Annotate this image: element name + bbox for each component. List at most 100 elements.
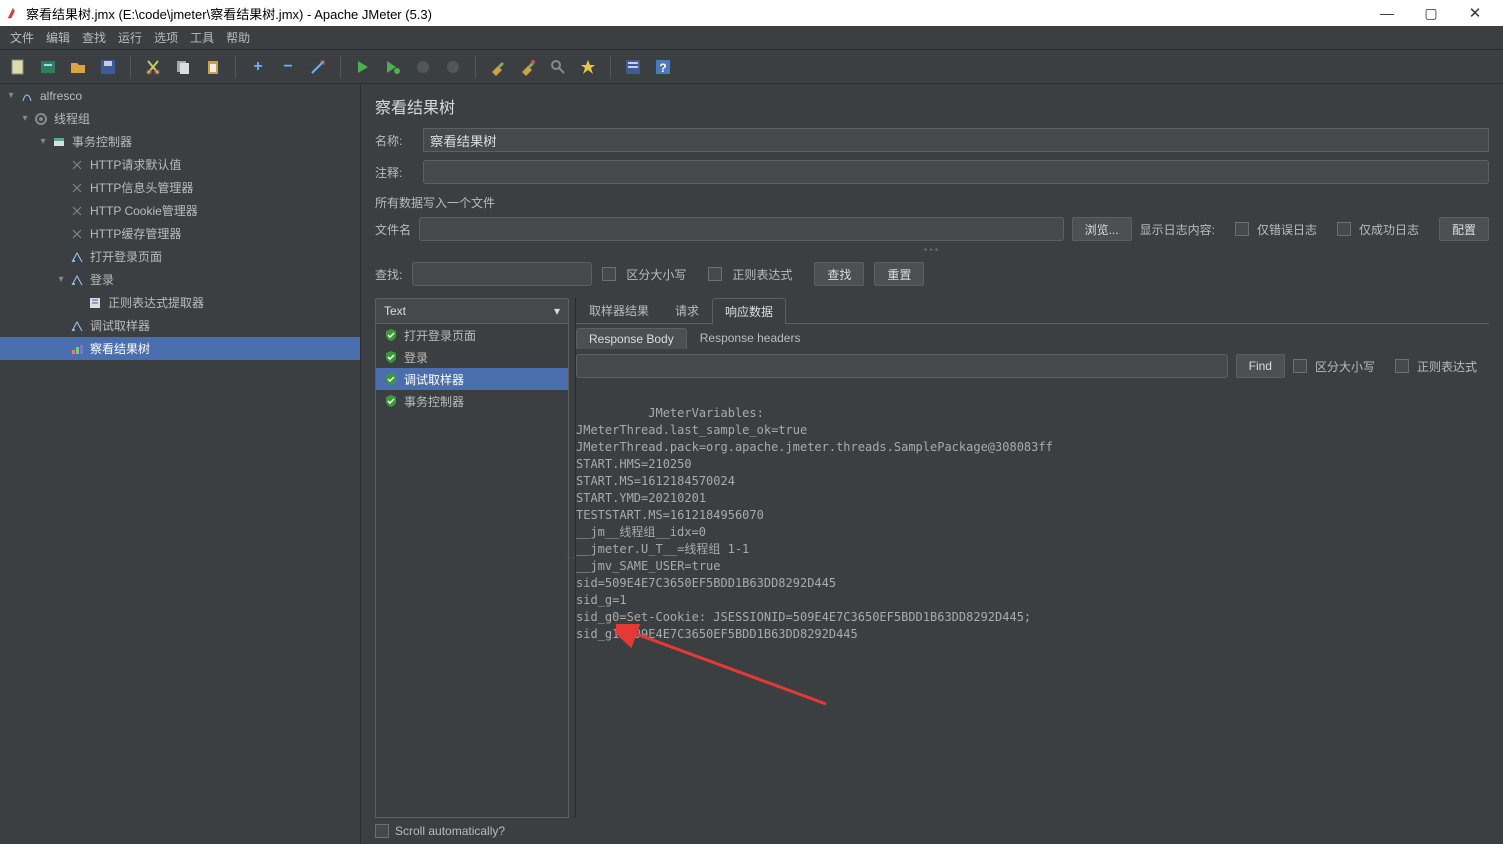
show-log-label: 显示日志内容:: [1140, 221, 1215, 238]
help-icon[interactable]: ?: [651, 55, 675, 79]
clear-icon[interactable]: [486, 55, 510, 79]
filename-input[interactable]: [419, 217, 1064, 241]
tree-login[interactable]: ▾登录: [0, 268, 360, 291]
function-helper-icon[interactable]: [621, 55, 645, 79]
toolbar: + − ?: [0, 50, 1503, 84]
only-error-checkbox[interactable]: [1235, 222, 1249, 236]
menu-options[interactable]: 选项: [148, 29, 184, 46]
find-regex-label: 正则表达式: [1417, 358, 1477, 375]
menu-search[interactable]: 查找: [76, 29, 112, 46]
find-input[interactable]: [576, 354, 1228, 378]
tree-label: 登录: [90, 271, 114, 288]
search-input[interactable]: [412, 262, 592, 286]
file-section-label: 所有数据写入一个文件: [361, 188, 1503, 213]
tree-open-login-page[interactable]: 打开登录页面: [0, 245, 360, 268]
result-item[interactable]: 登录: [376, 346, 568, 368]
titlebar: 察看结果树.jmx (E:\code\jmeter\察看结果树.jmx) - A…: [0, 0, 1503, 26]
tree-http-cache-mgr[interactable]: HTTP缓存管理器: [0, 222, 360, 245]
tree-view-results-tree[interactable]: 察看结果树: [0, 337, 360, 360]
copy-icon[interactable]: [171, 55, 195, 79]
browse-button[interactable]: 浏览...: [1072, 217, 1132, 241]
only-success-checkbox[interactable]: [1337, 222, 1351, 236]
subtab-response-body[interactable]: Response Body: [576, 328, 687, 349]
stop-icon[interactable]: [411, 55, 435, 79]
tree-label: 调试取样器: [90, 317, 150, 334]
regex-checkbox[interactable]: [708, 267, 722, 281]
tab-sampler-result[interactable]: 取样器结果: [576, 297, 662, 323]
tab-response-data[interactable]: 响应数据: [712, 298, 786, 324]
menu-help[interactable]: 帮助: [220, 29, 256, 46]
minimize-button[interactable]: —: [1365, 0, 1409, 26]
tree-label: HTTP信息头管理器: [90, 179, 193, 196]
panel-title: 察看结果树: [361, 84, 1503, 124]
configure-button[interactable]: 配置: [1439, 217, 1489, 241]
response-body-content: JMeterVariables: JMeterThread.last_sampl…: [576, 406, 1053, 641]
tab-request[interactable]: 请求: [662, 297, 712, 323]
toggle-icon[interactable]: [306, 55, 330, 79]
success-shield-icon: [384, 350, 398, 364]
menu-edit[interactable]: 编辑: [40, 29, 76, 46]
find-case-checkbox[interactable]: [1293, 359, 1307, 373]
success-shield-icon: [384, 394, 398, 408]
result-item[interactable]: 事务控制器: [376, 390, 568, 412]
comment-input[interactable]: [423, 160, 1489, 184]
open-icon[interactable]: [66, 55, 90, 79]
paste-icon[interactable]: [201, 55, 225, 79]
subtab-response-headers[interactable]: Response headers: [687, 327, 814, 349]
tree-label: alfresco: [40, 89, 82, 103]
reset-button[interactable]: 重置: [874, 262, 924, 286]
tree-transaction-controller[interactable]: ▾事务控制器: [0, 130, 360, 153]
result-item-selected[interactable]: 调试取样器: [376, 368, 568, 390]
tree-label: 事务控制器: [72, 133, 132, 150]
tree-http-cookie-mgr[interactable]: HTTP Cookie管理器: [0, 199, 360, 222]
scroll-auto-checkbox[interactable]: [375, 824, 389, 838]
window-title: 察看结果树.jmx (E:\code\jmeter\察看结果树.jmx) - A…: [26, 4, 1365, 23]
search-label: 查找:: [375, 266, 402, 283]
menu-tools[interactable]: 工具: [184, 29, 220, 46]
svg-text:?: ?: [659, 61, 666, 75]
result-item[interactable]: 打开登录页面: [376, 324, 568, 346]
tree-label: 察看结果树: [90, 340, 150, 357]
test-plan-tree[interactable]: ▾alfresco ▾线程组 ▾事务控制器 HTTP请求默认值 HTTP信息头管…: [0, 84, 361, 844]
tree-http-defaults[interactable]: HTTP请求默认值: [0, 153, 360, 176]
name-input[interactable]: [423, 128, 1489, 152]
menu-run[interactable]: 运行: [112, 29, 148, 46]
result-list[interactable]: 打开登录页面 登录 调试取样器 事务控制器: [375, 324, 569, 818]
result-label: 调试取样器: [404, 371, 464, 388]
only-success-label: 仅成功日志: [1359, 221, 1419, 238]
maximize-button[interactable]: ▢: [1409, 0, 1453, 26]
start-no-timers-icon[interactable]: [381, 55, 405, 79]
splitter-horizontal[interactable]: •••: [361, 245, 1503, 256]
reset-search-icon[interactable]: [576, 55, 600, 79]
close-button[interactable]: ✕: [1453, 0, 1497, 26]
tree-label: 打开登录页面: [90, 248, 162, 265]
find-button[interactable]: Find: [1236, 354, 1285, 378]
collapse-icon[interactable]: −: [276, 55, 300, 79]
expand-icon[interactable]: +: [246, 55, 270, 79]
cut-icon[interactable]: [141, 55, 165, 79]
new-icon[interactable]: [6, 55, 30, 79]
response-body-text[interactable]: JMeterVariables: JMeterThread.last_sampl…: [576, 384, 1489, 818]
tree-debug-sampler[interactable]: 调试取样器: [0, 314, 360, 337]
save-icon[interactable]: [96, 55, 120, 79]
case-checkbox[interactable]: [602, 267, 616, 281]
menubar: 文件 编辑 查找 运行 选项 工具 帮助: [0, 26, 1503, 50]
shutdown-icon[interactable]: [441, 55, 465, 79]
success-shield-icon: [384, 372, 398, 386]
only-error-label: 仅错误日志: [1257, 221, 1317, 238]
search-tree-icon[interactable]: [546, 55, 570, 79]
templates-icon[interactable]: [36, 55, 60, 79]
tree-label: HTTP Cookie管理器: [90, 202, 198, 219]
tree-thread-group[interactable]: ▾线程组: [0, 107, 360, 130]
clear-all-icon[interactable]: [516, 55, 540, 79]
tree-test-plan[interactable]: ▾alfresco: [0, 84, 360, 107]
tree-http-header-mgr[interactable]: HTTP信息头管理器: [0, 176, 360, 199]
search-button[interactable]: 查找: [814, 262, 864, 286]
start-icon[interactable]: [351, 55, 375, 79]
renderer-select[interactable]: Text ▾: [375, 298, 569, 324]
success-shield-icon: [384, 328, 398, 342]
menu-file[interactable]: 文件: [4, 29, 40, 46]
find-regex-checkbox[interactable]: [1395, 359, 1409, 373]
tree-regex-extractor[interactable]: 正则表达式提取器: [0, 291, 360, 314]
scroll-auto-label: Scroll automatically?: [395, 824, 505, 838]
